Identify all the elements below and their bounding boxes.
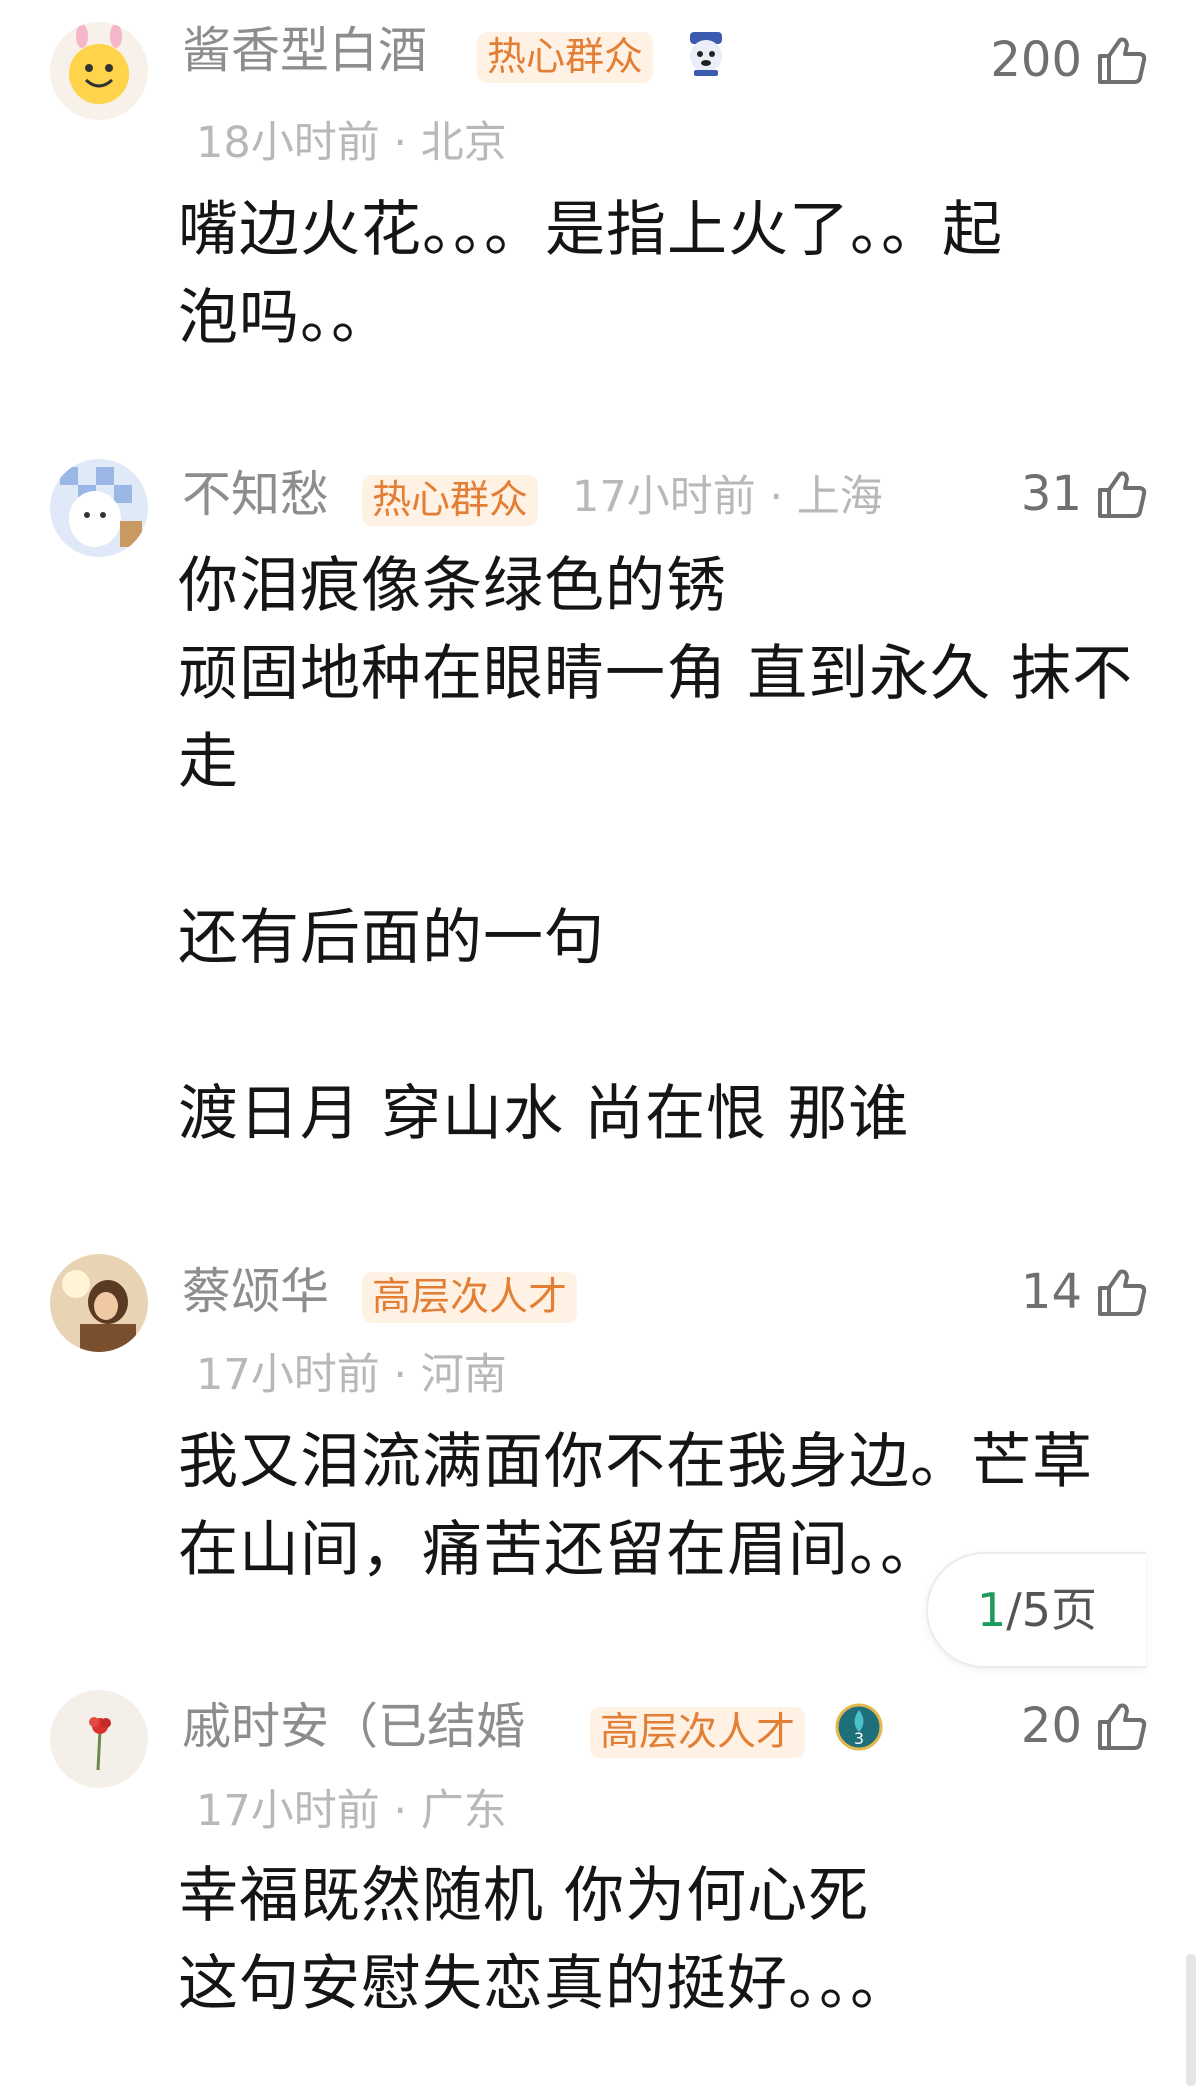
user-avatar[interactable]	[50, 1690, 148, 1788]
like-count: 31	[1020, 466, 1082, 522]
page-indicator[interactable]: 1/5页	[926, 1552, 1146, 1668]
like-count: 200	[990, 32, 1082, 88]
like-button[interactable]: 31	[1021, 468, 1148, 520]
user-badge: 热心群众	[477, 32, 654, 83]
current-page: 1	[976, 1583, 1007, 1637]
username[interactable]: 酱香型白酒	[182, 26, 427, 75]
user-badge: 高层次人才	[590, 1707, 806, 1758]
username[interactable]: 戚时安（已结婚	[182, 1702, 525, 1751]
comment-meta: 18小时前 · 北京	[196, 118, 507, 168]
like-count: 14	[1020, 1264, 1082, 1320]
thumbs-up-icon	[1098, 1269, 1147, 1316]
like-button[interactable]: 14	[1021, 1266, 1148, 1318]
like-button[interactable]: 200	[990, 34, 1148, 86]
scrollbar[interactable]	[1186, 1954, 1196, 2086]
comment-meta: 17小时前 · 上海	[572, 472, 883, 522]
photo-avatar-icon	[50, 1254, 148, 1352]
user-badge: 热心群众	[362, 475, 539, 526]
username[interactable]: 不知愁	[182, 470, 329, 519]
comment-text: 幸福既然随机 你为何心死 这句安慰失恋真的挺好。。。	[178, 1861, 911, 2019]
thumbs-up-icon	[1098, 1703, 1147, 1750]
user-avatar[interactable]	[50, 1254, 148, 1352]
flower-avatar-icon	[50, 1690, 148, 1788]
dog-sticker-icon	[682, 30, 730, 78]
level-badge-icon: 3	[834, 1702, 884, 1752]
thumbs-up-icon	[1098, 37, 1147, 84]
like-button[interactable]: 20	[1021, 1700, 1148, 1752]
like-count: 20	[1020, 1698, 1082, 1754]
comment-meta: 17小时前 · 河南	[196, 1350, 507, 1400]
user-avatar[interactable]	[50, 459, 148, 557]
user-avatar[interactable]	[50, 22, 148, 120]
smiley-avatar-icon	[50, 22, 148, 120]
user-badge: 高层次人才	[362, 1272, 578, 1323]
cartoon-avatar-icon	[50, 459, 148, 557]
comment-text: 你泪痕像条绿色的锈 顽固地种在眼睛一角 直到永久 抹不 走 还有后面的一句 渡日…	[178, 551, 1134, 1149]
thumbs-up-icon	[1098, 471, 1147, 518]
comment-text: 嘴边火花。。。是指上火了。。起 泡吗。。	[178, 195, 1003, 353]
comment-meta: 17小时前 · 广东	[196, 1786, 507, 1836]
total-pages: /5页	[1006, 1583, 1098, 1637]
username[interactable]: 蔡颂华	[182, 1267, 329, 1316]
level-number: 3	[854, 1729, 864, 1748]
